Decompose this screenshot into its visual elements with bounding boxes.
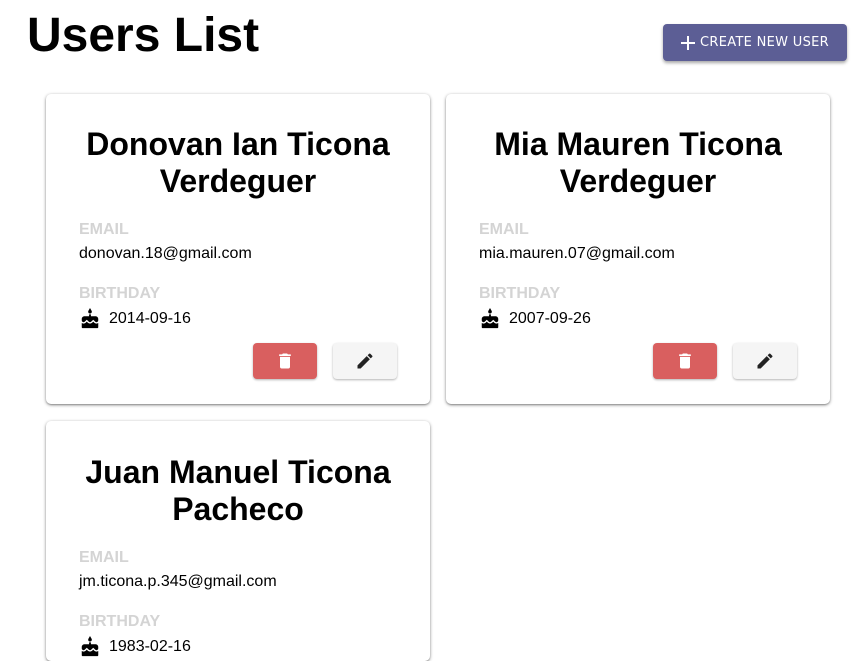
user-card: Donovan Ian Ticona Verdeguer EMAIL donov… xyxy=(46,94,430,404)
trash-icon xyxy=(679,353,691,369)
delete-button[interactable] xyxy=(253,343,317,379)
user-birthday: 2007-09-26 xyxy=(509,310,591,327)
user-card: Mia Mauren Ticona Verdeguer EMAIL mia.ma… xyxy=(446,94,830,404)
user-email: mia.mauren.07@gmail.com xyxy=(479,245,675,262)
birthday-label: BIRTHDAY xyxy=(79,285,161,302)
create-new-user-label: CREATE NEW USER xyxy=(700,35,829,50)
birthday-label: BIRTHDAY xyxy=(479,285,561,302)
pencil-icon xyxy=(357,353,373,369)
pencil-icon xyxy=(757,353,773,369)
user-email: jm.ticona.p.345@gmail.com xyxy=(79,573,277,590)
cake-icon xyxy=(481,308,499,329)
user-name: Mia Mauren Ticona Verdeguer xyxy=(494,126,782,199)
user-name: Juan Manuel Ticona Pacheco xyxy=(85,454,391,527)
user-email: donovan.18@gmail.com xyxy=(79,245,252,262)
user-birthday: 2014-09-16 xyxy=(109,310,191,327)
user-name: Donovan Ian Ticona Verdeguer xyxy=(86,126,390,199)
edit-button[interactable] xyxy=(733,343,797,379)
create-new-user-button[interactable]: CREATE NEW USER xyxy=(663,24,847,61)
cake-icon xyxy=(81,308,99,329)
plus-icon xyxy=(681,35,696,50)
delete-button[interactable] xyxy=(653,343,717,379)
page-title: Users List xyxy=(27,9,260,62)
cake-icon xyxy=(81,636,99,657)
trash-icon xyxy=(279,353,291,369)
edit-button[interactable] xyxy=(333,343,397,379)
user-birthday: 1983-02-16 xyxy=(109,638,191,655)
email-label: EMAIL xyxy=(79,221,129,238)
email-label: EMAIL xyxy=(79,549,129,566)
birthday-label: BIRTHDAY xyxy=(79,613,161,630)
email-label: EMAIL xyxy=(479,221,529,238)
user-card: Juan Manuel Ticona Pacheco EMAIL jm.tico… xyxy=(46,421,430,661)
